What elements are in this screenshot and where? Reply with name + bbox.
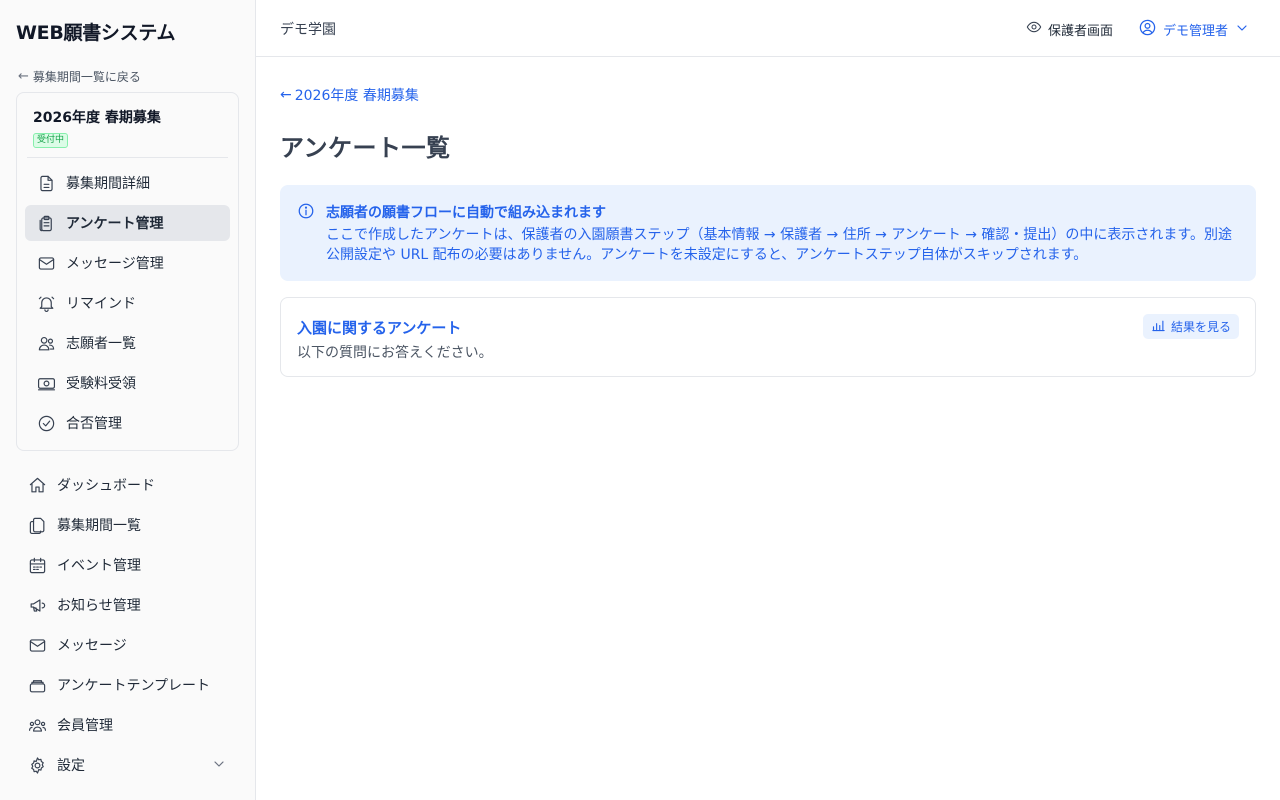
sidebar-item-label: 会員管理 xyxy=(57,718,113,734)
sidebar-item-announcements[interactable]: お知らせ管理 xyxy=(16,587,239,623)
sidebar-item-events[interactable]: イベント管理 xyxy=(16,547,239,583)
sidebar-item-message-management[interactable]: メッセージ管理 xyxy=(25,245,230,281)
user-menu[interactable]: デモ管理者 xyxy=(1138,18,1250,41)
bell-icon xyxy=(37,294,56,313)
chevron-down-icon[interactable] xyxy=(211,756,227,772)
top-header: デモ学園 保護者画面 デモ管理者 xyxy=(256,0,1280,57)
arrow-left-icon: ← xyxy=(18,69,29,84)
sidebar-item-settings[interactable]: 設定 xyxy=(16,747,239,783)
user-name: デモ管理者 xyxy=(1163,24,1229,39)
guardian-view-button[interactable]: 保護者画面 xyxy=(1026,19,1113,39)
bar-chart-icon xyxy=(1151,318,1166,336)
document-icon xyxy=(37,174,56,193)
eye-icon xyxy=(1026,19,1042,39)
sidebar-item-pass-fail[interactable]: 合否管理 xyxy=(25,405,230,441)
app-title: WEB願書システム xyxy=(16,22,176,44)
gear-icon xyxy=(28,756,47,775)
info-callout: 志願者の願書フローに自動で組み込まれます ここで作成したアンケートは、保護者の入… xyxy=(280,185,1256,281)
sidebar-item-label: 受験料受領 xyxy=(66,376,136,392)
sidebar-item-label: アンケート管理 xyxy=(66,216,164,232)
clipboard-icon xyxy=(37,214,56,233)
sidebar: WEB願書システム ← 募集期間一覧に戻る 2026年度 春期募集 受付中 募集… xyxy=(0,0,256,800)
users-icon xyxy=(37,334,56,353)
back-link-label: 募集期間一覧に戻る xyxy=(32,70,141,84)
view-results-label: 結果を見る xyxy=(1170,320,1231,334)
sidebar-item-label: メッセージ xyxy=(57,638,127,654)
chevron-down-icon xyxy=(1234,20,1250,40)
survey-title-link[interactable]: 入園に関するアンケート xyxy=(297,317,461,338)
copy-icon xyxy=(28,516,47,535)
guardian-view-label: 保護者画面 xyxy=(1048,23,1114,39)
back-to-periods-link[interactable]: ← 募集期間一覧に戻る xyxy=(18,68,141,85)
sidebar-item-label: イベント管理 xyxy=(57,558,141,574)
sidebar-item-label: 志願者一覧 xyxy=(66,336,136,352)
sidebar-item-label: 募集期間詳細 xyxy=(66,176,150,192)
banknote-icon xyxy=(37,374,56,393)
calendar-icon xyxy=(28,556,47,575)
sidebar-item-label: ダッシュボード xyxy=(57,478,155,494)
status-badge: 受付中 xyxy=(33,133,69,148)
sidebar-item-period-detail[interactable]: 募集期間詳細 xyxy=(25,165,230,201)
breadcrumb-label: 2026年度 春期募集 xyxy=(294,88,419,104)
megaphone-icon xyxy=(28,596,47,615)
sidebar-item-label: リマインド xyxy=(66,296,136,312)
breadcrumb-back-link[interactable]: ← 2026年度 春期募集 xyxy=(280,85,419,105)
sidebar-item-messages[interactable]: メッセージ xyxy=(16,627,239,663)
user-circle-icon xyxy=(1138,18,1157,41)
sidebar-item-dashboard[interactable]: ダッシュボード xyxy=(16,467,239,503)
home-icon xyxy=(28,476,47,495)
survey-description: 以下の質問にお答えください。 xyxy=(297,345,493,361)
sidebar-item-label: 設定 xyxy=(57,758,85,774)
arrow-left-icon: ← xyxy=(280,87,292,103)
info-title: 志願者の願書フローに自動で組み込まれます xyxy=(326,205,606,221)
sidebar-item-label: アンケートテンプレート xyxy=(57,678,211,694)
sidebar-item-survey-templates[interactable]: アンケートテンプレート xyxy=(16,667,239,703)
period-card: 2026年度 春期募集 受付中 募集期間詳細 アンケート管理 メッセージ管理 リ… xyxy=(16,92,239,451)
page-title: アンケート一覧 xyxy=(280,134,451,162)
sidebar-item-members[interactable]: 会員管理 xyxy=(16,707,239,743)
info-icon xyxy=(297,202,315,220)
sidebar-item-label: 合否管理 xyxy=(66,416,122,432)
mail-icon xyxy=(28,636,47,655)
school-name: デモ学園 xyxy=(280,22,336,38)
sidebar-item-applicants[interactable]: 志願者一覧 xyxy=(25,325,230,361)
mail-icon xyxy=(37,254,56,273)
info-body: ここで作成したアンケートは、保護者の入園願書ステップ（基本情報 → 保護者 → … xyxy=(326,227,1232,263)
sidebar-item-label: メッセージ管理 xyxy=(66,256,164,272)
sidebar-item-survey-management[interactable]: アンケート管理 xyxy=(25,205,230,241)
survey-card: 入園に関するアンケート 以下の質問にお答えください。 結果を見る xyxy=(280,297,1256,377)
sidebar-item-remind[interactable]: リマインド xyxy=(25,285,230,321)
period-name: 2026年度 春期募集 xyxy=(33,110,161,126)
sidebar-item-label: 募集期間一覧 xyxy=(57,518,141,534)
stack-icon xyxy=(28,676,47,695)
user-group-icon xyxy=(28,716,47,735)
view-results-button[interactable]: 結果を見る xyxy=(1142,314,1239,339)
check-circle-icon xyxy=(37,414,56,433)
divider xyxy=(27,157,228,158)
sidebar-item-label: お知らせ管理 xyxy=(57,598,141,614)
sidebar-item-period-list[interactable]: 募集期間一覧 xyxy=(16,507,239,543)
sidebar-item-exam-fee[interactable]: 受験料受領 xyxy=(25,365,230,401)
